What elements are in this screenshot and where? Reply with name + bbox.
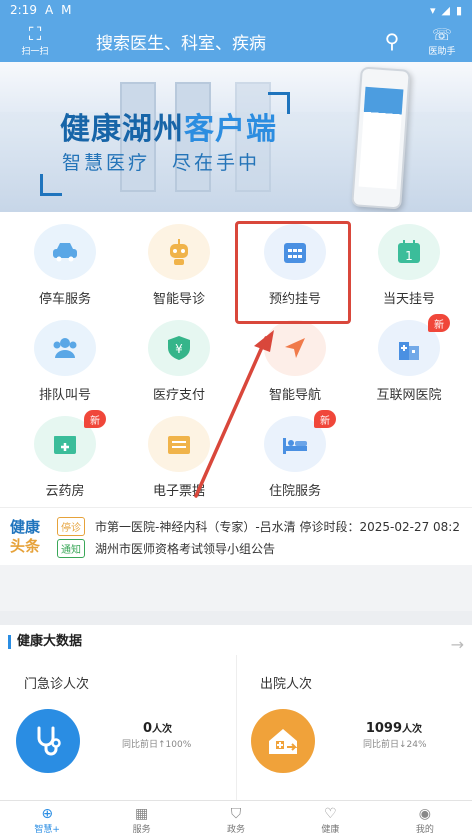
- promo-banner[interactable]: 健康湖州客户端 智慧医疗 尽在手中: [0, 62, 472, 212]
- annotation-highlight-box: [235, 221, 351, 324]
- service-label: 互联网医院: [376, 388, 442, 403]
- service-receipt[interactable]: 电子票据: [120, 404, 238, 499]
- news-text: 湖州市医师资格考试领导小组公告: [95, 541, 276, 556]
- stat-value: 1099人次: [365, 721, 422, 736]
- news-item[interactable]: 通知 湖州市医师资格考试领导小组公告: [57, 538, 472, 558]
- banner-subtitle: 智慧医疗 尽在手中: [62, 152, 261, 174]
- service-label: 排队叫号: [38, 388, 91, 403]
- tab-label: 我的: [415, 825, 434, 835]
- banner-corner-decoration: [40, 174, 62, 196]
- search-input[interactable]: 搜索医生、科室、疾病: [70, 29, 372, 54]
- assistant-label: 医助手: [428, 46, 456, 57]
- tab-4[interactable]: ◉ 我的: [378, 801, 472, 840]
- service-payment[interactable]: ¥ 医疗支付: [120, 308, 238, 403]
- discharge-house-icon: [251, 709, 315, 773]
- service-label: 当天挂号: [382, 292, 435, 307]
- mail-icon: M: [61, 3, 72, 17]
- pharmacy-icon: 新: [34, 410, 106, 472]
- tab-0[interactable]: ⊕ 智慧+: [0, 801, 94, 840]
- tab-label: 智慧+: [34, 825, 60, 835]
- top-header: ⛶ 扫一扫 搜索医生、科室、疾病 ⚲ ☏ 医助手: [0, 20, 472, 62]
- assistant-button[interactable]: ☏ 医助手: [412, 24, 472, 57]
- tab-label: 服务: [132, 825, 151, 835]
- service-label: 智能导航: [268, 388, 321, 403]
- bottom-tab-bar: ⊕ 智慧+ ▦ 服务 ⛉ 政务 ♡ 健康 ◉ 我的: [0, 800, 472, 840]
- health-headlines: 健康 头条 停诊 市第一医院-神经内科（专家）-吕水清 停诊时段：2025-02…: [0, 507, 472, 565]
- news-tag: 停诊: [57, 516, 85, 536]
- notification-icon: A: [44, 3, 54, 17]
- payment-icon: ¥: [148, 320, 210, 376]
- shield-icon: ⛉: [230, 806, 242, 822]
- tab-2[interactable]: ⛉ 政务: [189, 801, 283, 840]
- tab-label: 政务: [227, 825, 246, 835]
- health-big-data: 健康大数据 → 门急诊人次 0人次 同比前日↑100% 出院人次 1099人次 …: [0, 625, 472, 800]
- wifi-icon: ▾: [429, 3, 436, 17]
- news-text: 市第一医院-神经内科（专家）-吕水清 停诊时段：2025-02-27 08:2: [95, 519, 460, 534]
- service-robot[interactable]: 智能导诊: [120, 212, 238, 307]
- calendar-today-icon: 1: [378, 224, 440, 280]
- user-icon: ◉: [418, 806, 431, 822]
- news-item[interactable]: 停诊 市第一医院-神经内科（专家）-吕水清 停诊时段：2025-02-27 08…: [57, 516, 472, 536]
- stat-compare: 同比前日↑100%: [122, 740, 192, 750]
- plus-circle-icon: ⊕: [41, 806, 54, 822]
- headlines-logo: 健康 头条: [10, 518, 41, 555]
- stat-title: 出院人次: [260, 677, 313, 692]
- service-label: 医疗支付: [152, 388, 205, 403]
- heart-pulse-icon: ♡: [324, 806, 337, 822]
- service-car[interactable]: 停车服务: [6, 212, 124, 307]
- new-badge: 新: [428, 314, 450, 332]
- service-label: 停车服务: [38, 292, 91, 307]
- service-queue[interactable]: 排队叫号: [6, 308, 124, 403]
- signal-icon: ◢: [441, 3, 450, 17]
- tab-1[interactable]: ▦ 服务: [94, 801, 188, 840]
- queue-icon: [34, 320, 96, 376]
- service-hospital[interactable]: 新互联网医院: [350, 308, 468, 403]
- stethoscope-icon: [16, 709, 80, 773]
- service-label: 住院服务: [268, 484, 321, 499]
- status-bar: 2:19 A M ▾ ◢ ▮: [0, 0, 472, 20]
- svg-text:1: 1: [405, 249, 413, 263]
- grid-icon: ▦: [134, 806, 149, 822]
- stat-value: 0人次: [142, 721, 172, 736]
- scan-button[interactable]: ⛶ 扫一扫: [0, 23, 70, 57]
- svg-text:¥: ¥: [175, 342, 183, 356]
- banner-title: 健康湖州客户端: [60, 112, 277, 147]
- robot-icon: [148, 224, 210, 280]
- phone-illustration: [351, 66, 411, 210]
- tab-3[interactable]: ♡ 健康: [283, 801, 377, 840]
- arrow-right-icon[interactable]: →: [451, 635, 464, 654]
- navigation-icon: [264, 320, 326, 376]
- tab-label: 健康: [321, 825, 340, 835]
- service-label: 智能导诊: [152, 292, 205, 307]
- new-badge: 新: [84, 410, 106, 428]
- car-icon: [34, 224, 96, 280]
- hospital-icon: 新: [378, 314, 450, 376]
- service-label: 云药房: [45, 484, 85, 499]
- new-badge: 新: [314, 410, 336, 428]
- stat-title: 门急诊人次: [24, 677, 90, 692]
- receipt-icon: [148, 416, 210, 472]
- search-icon[interactable]: ⚲: [372, 29, 412, 53]
- service-calendar-today[interactable]: 1 当天挂号: [350, 212, 468, 307]
- scan-label: 扫一扫: [21, 46, 49, 57]
- service-inpatient[interactable]: 新住院服务: [236, 404, 354, 499]
- assistant-icon: ☏: [431, 24, 452, 44]
- news-tag: 通知: [57, 538, 85, 558]
- status-time: 2:19: [10, 3, 37, 17]
- section-title: 健康大数据: [8, 635, 82, 649]
- service-pharmacy[interactable]: 新云药房: [6, 404, 124, 499]
- battery-icon: ▮: [455, 3, 462, 17]
- service-label: 电子票据: [152, 484, 205, 499]
- inpatient-icon: 新: [264, 410, 336, 472]
- stat-compare: 同比前日↓24%: [363, 740, 427, 750]
- scan-icon: ⛶: [28, 23, 42, 45]
